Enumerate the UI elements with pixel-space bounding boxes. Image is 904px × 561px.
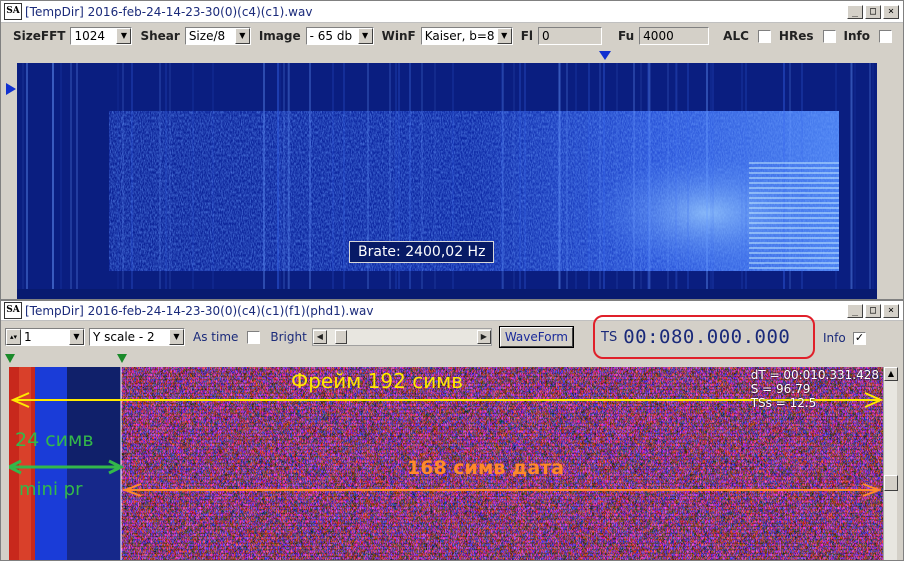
sizefft-label: SizeFFT (13, 29, 66, 43)
shear-label: Shear (140, 29, 180, 43)
chevron-down-icon[interactable]: ▼ (69, 329, 84, 345)
measurement-readout: dT = 00:010.331.428 S = 96.79 TSs = 12.5 (751, 368, 879, 410)
data-arrow (122, 483, 882, 497)
data-annotation: 168 симв дата (407, 457, 565, 479)
bright-label: Bright (270, 330, 307, 344)
spectrogram-window: SA [TempDir] 2016-feb-24-14-23-30(0)(c4)… (0, 0, 904, 300)
waveform-button[interactable]: WaveForm (498, 326, 575, 348)
spectrogram-view[interactable]: Brate: 2400,02 Hz (17, 63, 877, 299)
spin-arrows-icon[interactable]: ▴▾ (6, 329, 21, 345)
spectrogram-image (17, 63, 877, 299)
hres-checkbox[interactable] (822, 29, 836, 43)
alc-label: ALC (723, 29, 749, 43)
astime-checkbox[interactable] (247, 330, 261, 344)
title-bar[interactable]: SA [TempDir] 2016-feb-24-14-23-30(0)(c4)… (1, 1, 903, 23)
ts-display: TS 00:080.000.000 (593, 315, 815, 359)
fl-label: Fl (520, 29, 534, 43)
tss-readout: TSs = 12.5 (750, 396, 817, 410)
arrow-right-icon[interactable]: ▶ (476, 330, 491, 344)
chevron-down-icon[interactable]: ▼ (496, 28, 512, 44)
mini-preamble-annotation: mini pr (19, 479, 83, 500)
chevron-down-icon[interactable]: ▼ (116, 28, 132, 44)
spectrogram-toolbar: SizeFFT 1024 ▼ Shear Size/8 ▼ Image - 65… (1, 24, 903, 48)
winf-label: WinF (381, 29, 416, 43)
brate-tooltip: Brate: 2400,02 Hz (349, 241, 495, 263)
maximize-icon[interactable]: □ (865, 4, 881, 19)
window-title: [TempDir] 2016-feb-24-14-23-30(0)(c4)(c1… (25, 4, 313, 19)
shear-select[interactable]: Size/8 ▼ (184, 27, 251, 45)
triangle-marker-icon[interactable] (5, 354, 15, 363)
close-icon[interactable]: × (883, 4, 899, 19)
winf-select[interactable]: Kaiser, b=8 ▼ (420, 27, 513, 45)
vertical-scrollbar[interactable]: ▲ (883, 367, 898, 560)
minimize-icon[interactable]: _ (847, 4, 863, 19)
triangle-marker-icon[interactable] (6, 83, 16, 95)
image-label: Image (258, 29, 301, 43)
scrollbar-thumb[interactable] (884, 475, 898, 491)
ts-label: TS (601, 329, 618, 345)
frame-annotation: Фрейм 192 симв (291, 369, 464, 393)
minimize-icon[interactable]: _ (847, 303, 863, 318)
info-label: Info (823, 331, 846, 345)
phase-spectrogram-view[interactable]: Фрейм 192 симв 24 симв mini pr 168 симв … (9, 367, 885, 560)
app-icon: SA (4, 3, 22, 20)
maximize-icon[interactable]: □ (865, 303, 881, 318)
chevron-down-icon[interactable]: ▼ (357, 28, 373, 44)
triangle-marker-icon[interactable] (117, 354, 127, 363)
astime-label: As time (193, 330, 239, 344)
slider-thumb[interactable] (334, 330, 347, 344)
channel-spinner[interactable]: ▴▾ 1 ▼ (5, 328, 85, 346)
chevron-down-icon[interactable]: ▼ (234, 28, 250, 44)
close-icon[interactable]: × (883, 303, 899, 318)
sizefft-select[interactable]: 1024 ▼ (70, 27, 133, 45)
app-icon: SA (4, 302, 22, 319)
hres-label: HRes (778, 29, 814, 43)
yscale-select[interactable]: Y scale - 2 ▼ (89, 328, 185, 346)
info-checkbox[interactable]: ✓ (853, 332, 866, 345)
fl-field[interactable]: 0 (538, 27, 603, 45)
s-readout: S = 96.79 (750, 382, 811, 396)
bright-slider[interactable]: ◀ ▶ (311, 328, 492, 346)
info-label: Info (843, 29, 870, 43)
triangle-marker-icon[interactable] (599, 51, 611, 61)
dt-readout: dT = 00:010.331.428 (750, 368, 879, 382)
chevron-down-icon[interactable]: ▼ (169, 329, 184, 345)
phase-window: SA [TempDir] 2016-feb-24-14-23-30(0)(c4)… (0, 300, 904, 561)
arrow-left-icon[interactable]: ◀ (312, 330, 327, 344)
fu-label: Fu (618, 29, 635, 43)
info-checkbox[interactable] (878, 29, 892, 43)
ts-value: 00:080.000.000 (623, 326, 791, 348)
alc-checkbox[interactable] (757, 29, 771, 43)
fu-field[interactable]: 4000 (639, 27, 710, 45)
preamble-count-annotation: 24 симв (15, 429, 94, 451)
image-db-select[interactable]: - 65 db ▼ (305, 27, 374, 45)
arrow-up-icon[interactable]: ▲ (884, 367, 898, 381)
preamble-arrow (9, 459, 125, 475)
